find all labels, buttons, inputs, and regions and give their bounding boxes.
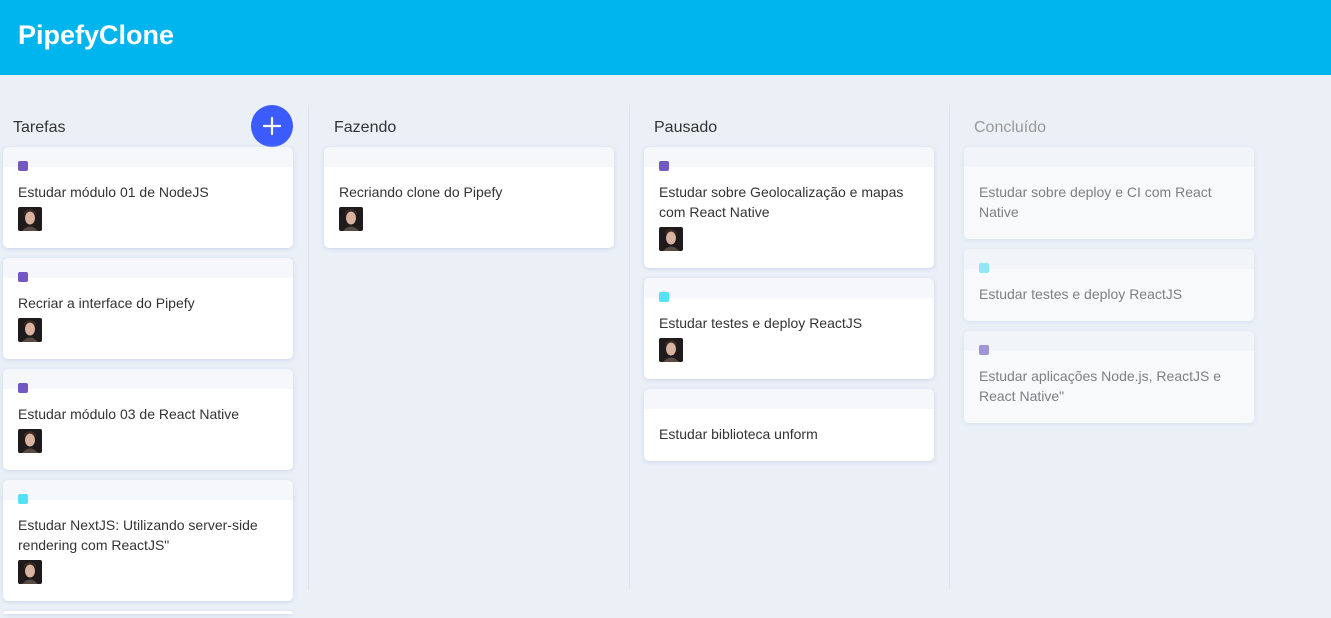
card[interactable]: Estudar NextJS: Utilizando server-side r… bbox=[3, 480, 293, 601]
card-content: Recriar a interface do Pipefy bbox=[18, 295, 195, 311]
card-content: Estudar sobre deploy e CI com React Nati… bbox=[979, 184, 1212, 220]
card-content: Estudar módulo 01 de NodeJS bbox=[18, 184, 209, 200]
card-partial[interactable] bbox=[3, 611, 293, 614]
card-content: Estudar NextJS: Utilizando server-side r… bbox=[18, 517, 258, 553]
card[interactable]: Estudar módulo 01 de NodeJS bbox=[3, 147, 293, 248]
card-content: Estudar testes e deploy ReactJS bbox=[659, 315, 863, 331]
list-title: Fazendo bbox=[334, 119, 397, 136]
avatar bbox=[659, 338, 683, 362]
card[interactable]: Estudar aplicações Node.js, ReactJS e Re… bbox=[964, 331, 1254, 423]
card-label bbox=[18, 494, 28, 504]
card-content: Estudar módulo 03 de React Native bbox=[18, 406, 240, 422]
card-list: Estudar sobre Geolocalização e mapas com… bbox=[644, 147, 934, 471]
card[interactable]: Estudar módulo 03 de React Native bbox=[3, 369, 293, 470]
card-content: Estudar aplicações Node.js, ReactJS e Re… bbox=[979, 368, 1222, 404]
avatar bbox=[18, 560, 42, 584]
list-concluido: Concluído Estudar sobre deploy e CI com … bbox=[964, 105, 1254, 618]
avatar bbox=[659, 227, 683, 251]
app-title: PipefyClone bbox=[18, 20, 175, 50]
card-content: Estudar biblioteca unform bbox=[659, 426, 818, 442]
avatar bbox=[18, 207, 42, 231]
list-title: Pausado bbox=[654, 119, 718, 136]
card-label bbox=[18, 272, 28, 282]
list-title: Tarefas bbox=[13, 119, 66, 136]
card[interactable]: Recriando clone do Pipefy bbox=[324, 147, 614, 248]
avatar bbox=[18, 318, 42, 342]
add-card-button[interactable] bbox=[251, 105, 293, 147]
card-label bbox=[659, 292, 669, 302]
avatar bbox=[339, 207, 363, 231]
card-list: Estudar sobre deploy e CI com React Nati… bbox=[964, 147, 1254, 433]
card[interactable]: Estudar sobre Geolocalização e mapas com… bbox=[644, 147, 934, 268]
card-content: Estudar sobre Geolocalização e mapas com… bbox=[659, 184, 904, 220]
card-label bbox=[979, 263, 989, 273]
card-label bbox=[18, 161, 28, 171]
card-label bbox=[979, 345, 989, 355]
card[interactable]: Estudar biblioteca unform bbox=[644, 389, 934, 461]
app-header: PipefyClone bbox=[0, 0, 1331, 75]
card[interactable]: Estudar sobre deploy e CI com React Nati… bbox=[964, 147, 1254, 239]
list-fazendo: Fazendo Recriando clone do Pipefy bbox=[324, 105, 630, 618]
list-pausado: Pausado Estudar sobre Geolocalização e m… bbox=[644, 105, 950, 618]
card-label bbox=[18, 383, 28, 393]
card-content: Recriando clone do Pipefy bbox=[339, 184, 503, 200]
list-title: Concluído bbox=[974, 119, 1047, 136]
card-label bbox=[659, 161, 669, 171]
card-content: Estudar testes e deploy ReactJS bbox=[979, 286, 1183, 302]
card-list: Estudar módulo 01 de NodeJS Recriar a in… bbox=[3, 147, 293, 614]
card[interactable]: Recriar a interface do Pipefy bbox=[3, 258, 293, 359]
board: Tarefas Estudar módulo 01 de NodeJS Recr… bbox=[0, 75, 1331, 618]
card-list: Recriando clone do Pipefy bbox=[324, 147, 614, 258]
card[interactable]: Estudar testes e deploy ReactJS bbox=[964, 249, 1254, 321]
plus-icon bbox=[262, 116, 282, 136]
card[interactable]: Estudar testes e deploy ReactJS bbox=[644, 278, 934, 379]
list-tarefas: Tarefas Estudar módulo 01 de NodeJS Recr… bbox=[3, 105, 309, 618]
avatar bbox=[18, 429, 42, 453]
